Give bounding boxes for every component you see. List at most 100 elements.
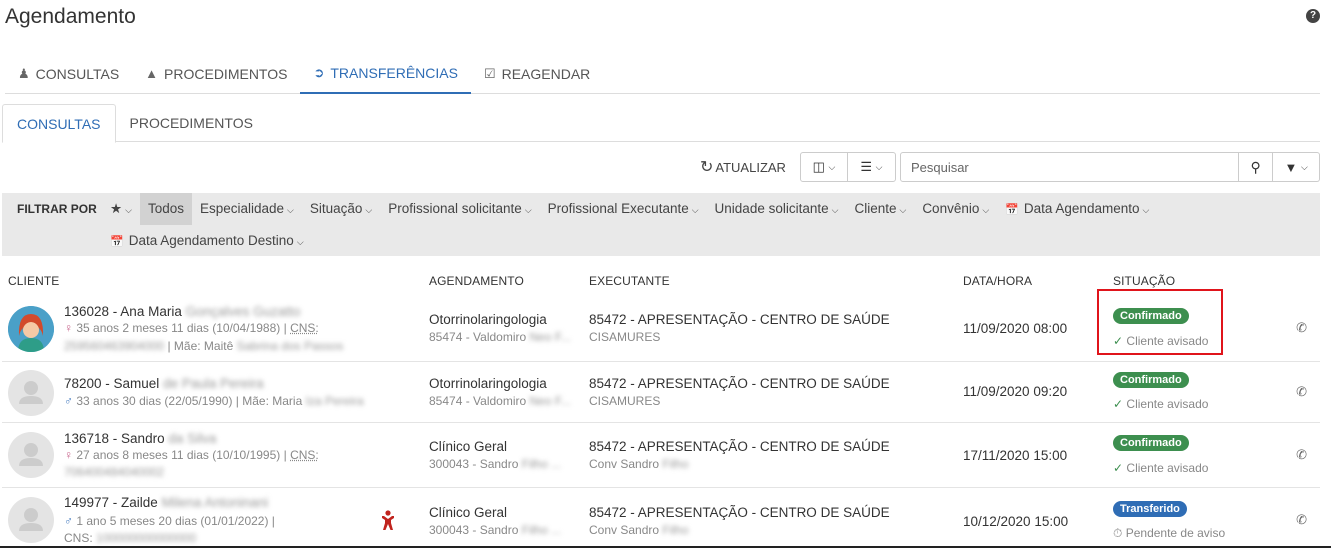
patient-details: ♂ 1 ano 5 meses 20 dias (01/01/2022) | [64,514,275,528]
filter-cliente[interactable]: Cliente ⌵ [846,193,914,225]
male-icon: ♂ [64,514,73,528]
filter-situacao[interactable]: Situação ⌵ [302,193,380,225]
patient-age: 27 anos 8 meses 11 dias (10/10/1995) | [76,448,287,462]
patient-name[interactable]: 149977 - Zailde Milena Antoninani [64,495,268,510]
filter-unidade-solicitante[interactable]: Unidade solicitante ⌵ [707,193,847,225]
filter-label-text: Convênio [922,201,980,216]
status-badge: Confirmado [1113,435,1189,451]
filter-label-text: Profissional Executante [547,201,689,216]
column-header-datahora[interactable]: DATA/HORA [963,274,1032,288]
chevron-down-icon: ⌵ [296,237,304,247]
executor: 85472 - APRESENTAÇÃO - CENTRO DE SAÚDE [589,505,890,520]
tab-label: PROCEDIMENTOS [164,65,288,82]
toolbar: ↻ ATUALIZAR ◫ ⌵ ☰ ⌵ ⚲ ▼ ⌵ [700,152,1320,182]
chevron-down-icon: ⌵ [691,205,699,215]
executor-sub: CISAMURES [589,394,661,408]
star-icon: ★ [110,201,123,216]
male-icon: ♂ [64,394,73,408]
refresh-icon: ↻ [699,159,714,176]
highlight-box [1097,289,1223,355]
filter-data-agendamento-destino[interactable]: 📅 Data Agendamento Destino ⌵ [102,225,312,256]
tab-transferencias[interactable]: ➲ TRANSFERÊNCIAS [300,54,471,94]
phone-icon[interactable]: ✆ [1296,384,1307,400]
chevron-down-icon: ⌵ [1142,205,1150,215]
patient-name[interactable]: 78200 - Samuel de Paula Pereira [64,376,264,391]
chevron-down-icon: ⌵ [365,205,373,215]
view-button-group: ◫ ⌵ ☰ ⌵ [799,152,896,182]
specialty: Clínico Geral [429,439,508,454]
executor-sub-redacted: Filho [662,457,689,471]
filter-label-text: Unidade solicitante [714,201,829,216]
filter-profissional-executante[interactable]: Profissional Executante ⌵ [540,193,707,225]
child-icon [382,510,394,530]
avatar [8,370,54,416]
patient-age: 35 anos 2 meses 11 dias (10/04/1988) | [76,321,287,335]
subtab-procedimentos[interactable]: PROCEDIMENTOS [116,104,267,142]
executor: 85472 - APRESENTAÇÃO - CENTRO DE SAÚDE [589,439,890,454]
check-icon: ✓ [1113,397,1124,411]
filter-button[interactable]: ▼ ⌵ [1273,152,1320,182]
tab-label: CONSULTAS [35,65,120,82]
tab-procedimentos[interactable]: ▲ PROCEDIMENTOS [132,54,300,93]
filter-profissional-solicitante[interactable]: Profissional solicitante ⌵ [380,193,539,225]
professional-redacted: Filho ... [521,457,562,471]
favorites-filter[interactable]: ★ ⌵ [102,193,140,225]
professional: 85474 - Valdomiro Neo F... [429,330,571,344]
filter-data-agendamento[interactable]: 📅 Data Agendamento ⌵ [997,193,1157,225]
patient-name-redacted: de Paula Pereira [163,376,264,391]
main-tabs: ♟ CONSULTAS ▲ PROCEDIMENTOS ➲ TRANSFERÊN… [5,54,1320,94]
avatar-photo [8,306,54,352]
phone-icon[interactable]: ✆ [1296,512,1307,528]
columns-view-button[interactable]: ◫ ⌵ [801,153,848,181]
datetime: 11/09/2020 09:20 [963,384,1068,399]
user-placeholder-icon [19,508,43,531]
patient-age: 33 anos 30 dias (22/05/1990) | Mãe: Mari… [76,394,303,408]
calendar-check-icon: ☑ [483,65,496,81]
patient-name-text: 78200 - Samuel [64,376,160,391]
female-icon: ♀ [64,448,73,462]
phone-icon[interactable]: ✆ [1296,320,1307,336]
status-sub: ✓ Cliente avisado [1113,461,1208,475]
executor: 85472 - APRESENTAÇÃO - CENTRO DE SAÚDE [589,376,890,391]
refresh-button[interactable]: ↻ ATUALIZAR [700,157,786,177]
cns-redacted: 259560463904000 [64,339,165,353]
executor-sub-redacted: Filho [662,523,689,537]
chevron-down-icon: ⌵ [287,205,294,215]
patient-name-text: 136028 - Ana Maria [64,304,182,319]
mother-redacted: Sabrina dos Passos [236,339,344,353]
patient-details-2: 259560463904000 | Mãe: Maitê Sabrina dos… [64,339,343,353]
professional: 300043 - Sandro Filho ... [429,457,561,471]
help-question-icon[interactable]: ? [1306,9,1320,23]
calendar-icon: 📅 [1005,204,1019,216]
mother-label: | Mãe: Maitê [167,339,234,353]
chevron-down-icon: ⌵ [982,205,990,215]
professional-redacted: Filho ... [521,523,562,537]
search-button[interactable]: ⚲ [1238,152,1274,182]
search-input[interactable] [899,152,1239,182]
column-header-agendamento[interactable]: AGENDAMENTO [429,274,524,288]
list-view-button[interactable]: ☰ ⌵ [848,153,895,181]
filter-todos[interactable]: Todos [139,193,192,225]
status-sub-text: Cliente avisado [1126,461,1209,475]
patient-name[interactable]: 136028 - Ana Maria Gonçalves Guzatto [64,304,300,319]
filter-especialidade[interactable]: Especialidade ⌵ [192,193,302,225]
specialty: Otorrinolaringologia [429,376,547,391]
tab-consultas[interactable]: ♟ CONSULTAS [5,54,132,93]
tab-reagendar[interactable]: ☑ REAGENDAR [471,54,603,93]
column-header-executante[interactable]: EXECUTANTE [589,274,670,288]
avatar [8,497,54,543]
patient-details: ♂ 33 anos 30 dias (22/05/1990) | Mãe: Ma… [64,394,364,408]
patient-name[interactable]: 136718 - Sandro da Silva [64,431,216,446]
cns-label: CNS: [64,531,93,545]
sub-tabs: CONSULTAS PROCEDIMENTOS [2,104,1320,143]
column-header-cliente[interactable]: CLIENTE [8,274,59,288]
subtab-consultas[interactable]: CONSULTAS [2,104,116,143]
filter-label-text: Cliente [854,201,897,216]
filter-convenio[interactable]: Convênio ⌵ [914,193,997,225]
phone-icon[interactable]: ✆ [1296,447,1307,463]
cns-label: CNS: [290,321,319,335]
executor-sub-text: Conv Sandro [589,457,660,471]
professional: 85474 - Valdomiro Neo F... [429,394,571,408]
column-header-situacao[interactable]: SITUAÇÃO [1113,274,1175,288]
calendar-icon: 📅 [110,236,124,248]
